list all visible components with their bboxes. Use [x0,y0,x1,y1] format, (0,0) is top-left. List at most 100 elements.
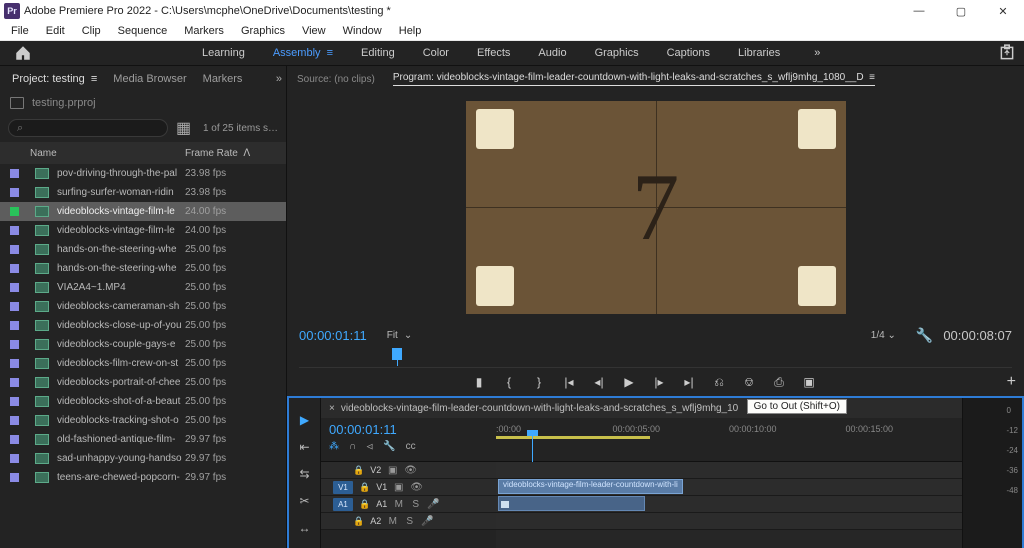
solo-button[interactable]: S [404,516,415,527]
home-icon[interactable] [14,44,32,62]
label-chip[interactable] [10,283,19,292]
lock-icon[interactable]: 🔒 [353,465,364,476]
clip-row[interactable]: videoblocks-close-up-of-you25.00 fps [0,316,286,335]
menu-markers[interactable]: Markers [177,24,231,38]
selection-tool[interactable]: ▶ [297,412,313,428]
mark-out-button[interactable]: } [531,375,547,389]
label-chip[interactable] [10,321,19,330]
label-chip[interactable] [10,264,19,273]
label-chip[interactable] [10,397,19,406]
tab-media-browser[interactable]: Media Browser [105,69,194,89]
export-frame-button[interactable]: ⎙ [771,375,787,390]
clip-row[interactable]: videoblocks-shot-of-a-beaut25.00 fps [0,392,286,411]
label-chip[interactable] [10,188,19,197]
close-sequence-icon[interactable]: × [329,403,335,414]
eye-icon[interactable]: 👁 [404,465,415,476]
window-minimize-button[interactable]: — [898,0,940,22]
label-chip[interactable] [10,454,19,463]
clip-row[interactable]: videoblocks-tracking-shot-o25.00 fps [0,411,286,430]
label-chip[interactable] [10,226,19,235]
play-button[interactable]: ▶ [621,375,637,389]
window-close-button[interactable]: ✕ [982,0,1024,22]
zoom-fit-dropdown[interactable]: Fit [387,330,398,341]
label-chip[interactable] [10,435,19,444]
toggle-output-icon[interactable]: ▣ [387,465,398,476]
timeline-tracks[interactable]: videoblocks-vintage-film-leader-countdow… [496,462,962,548]
clip-row[interactable]: videoblocks-vintage-film-le24.00 fps [0,221,286,240]
timeline-clip-audio[interactable] [498,496,645,511]
panel-overflow-icon[interactable]: » [276,73,282,85]
clip-row[interactable]: VIA2A4~1.MP425.00 fps [0,278,286,297]
menu-help[interactable]: Help [392,24,429,38]
menu-clip[interactable]: Clip [75,24,108,38]
sequence-tab[interactable]: × videoblocks-vintage-film-leader-countd… [321,398,962,418]
clip-row[interactable]: teens-are-chewed-popcorn-29.97 fps [0,468,286,487]
window-maximize-button[interactable]: ▢ [940,0,982,22]
settings-wrench-icon[interactable]: 🔧 [383,441,395,452]
track-header-a1[interactable]: A1🔒A1MS🎤 [321,496,496,513]
lock-icon[interactable]: 🔒 [353,516,364,527]
program-monitor[interactable]: 7 [287,92,1024,322]
source-patch-v1[interactable]: V1 [333,481,353,494]
clip-row[interactable]: videoblocks-vintage-film-le24.00 fps [0,202,286,221]
label-chip[interactable] [10,245,19,254]
clip-row[interactable]: surfing-surfer-woman-ridin23.98 fps [0,183,286,202]
in-out-range[interactable] [496,436,650,439]
snap-icon[interactable]: ⁂ [329,441,339,452]
clip-row[interactable]: videoblocks-couple-gays-e25.00 fps [0,335,286,354]
label-chip[interactable] [10,359,19,368]
workspace-editing[interactable]: Editing [347,41,409,65]
menu-edit[interactable]: Edit [39,24,72,38]
clip-row[interactable]: sad-unhappy-young-handso29.97 fps [0,449,286,468]
workspace-captions[interactable]: Captions [653,41,724,65]
voiceover-icon[interactable]: 🎤 [427,499,438,510]
extract-button[interactable]: ⎊ [741,375,757,390]
mute-button[interactable]: M [393,499,404,510]
clip-row[interactable]: videoblocks-portrait-of-chee25.00 fps [0,373,286,392]
label-chip[interactable] [10,473,19,482]
program-timecode-in[interactable]: 00:00:01:11 [299,328,367,343]
time-ruler[interactable]: :00:0000:00:05:0000:00:10:0000:00:15:00 [496,424,962,436]
lock-icon[interactable]: 🔒 [359,482,370,493]
workspace-audio[interactable]: Audio [524,41,580,65]
workspace-assembly[interactable]: Assembly ≡ [259,41,347,65]
source-patch-a1[interactable]: A1 [333,498,353,511]
go-to-in-button[interactable]: |◂ [561,375,577,389]
step-forward-button[interactable]: |▸ [651,375,667,389]
label-chip[interactable] [10,302,19,311]
clip-row[interactable]: videoblocks-film-crew-on-st25.00 fps [0,354,286,373]
mark-in-button[interactable]: { [501,375,517,389]
clip-row[interactable]: old-fashioned-antique-film-29.97 fps [0,430,286,449]
caption-track-icon[interactable]: cc [406,441,416,452]
voiceover-icon[interactable]: 🎤 [421,516,432,527]
timeline-timecode[interactable]: 00:00:01:11 [321,418,496,441]
workspace-overflow-icon[interactable]: » [814,47,820,59]
mute-button[interactable]: M [387,516,398,527]
add-marker-button[interactable]: ▮ [471,375,487,389]
clip-row[interactable]: hands-on-the-steering-whe25.00 fps [0,240,286,259]
track-header-v2[interactable]: 🔒V2▣👁 [321,462,496,479]
clip-row[interactable]: hands-on-the-steering-whe25.00 fps [0,259,286,278]
chevron-down-icon[interactable]: ⌄ [404,330,412,341]
column-name[interactable]: Name [30,148,185,159]
tab-program[interactable]: Program: videoblocks-vintage-film-leader… [393,72,875,86]
menu-window[interactable]: Window [336,24,389,38]
tab-source[interactable]: Source: (no clips) [297,74,375,85]
workspace-learning[interactable]: Learning [188,41,259,65]
marker-icon[interactable]: ⏿ [366,441,373,452]
lift-button[interactable]: ⎌ [711,375,727,390]
workspace-color[interactable]: Color [409,41,463,65]
export-icon[interactable] [998,44,1016,62]
settings-icon[interactable]: 🔧 [916,327,933,344]
track-header-a2[interactable]: 🔒A2MS🎤 [321,513,496,530]
razor-tool[interactable]: ✂ [297,493,313,509]
label-chip[interactable] [10,340,19,349]
playhead-icon[interactable] [392,348,402,360]
timeline-clip-video[interactable]: videoblocks-vintage-film-leader-countdow… [498,479,683,494]
menu-view[interactable]: View [295,24,333,38]
solo-button[interactable]: S [410,499,421,510]
menu-sequence[interactable]: Sequence [111,24,175,38]
bin-icon[interactable] [10,97,24,109]
go-to-out-button[interactable]: ▸| [681,375,697,389]
clip-row[interactable]: pov-driving-through-the-pal23.98 fps [0,164,286,183]
